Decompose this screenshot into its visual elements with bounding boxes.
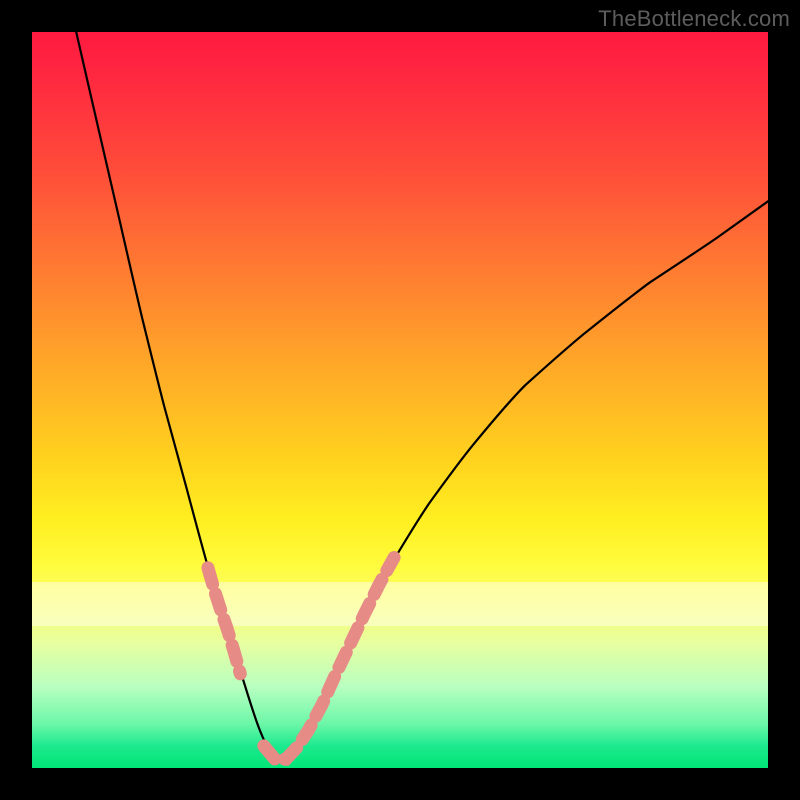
right-overlay-segments — [264, 558, 394, 760]
chart-frame: TheBottleneck.com — [0, 0, 800, 800]
watermark-text: TheBottleneck.com — [598, 6, 790, 32]
bottleneck-curve — [76, 32, 768, 762]
left-overlay-segments — [208, 568, 240, 674]
curve-layer — [32, 32, 768, 768]
